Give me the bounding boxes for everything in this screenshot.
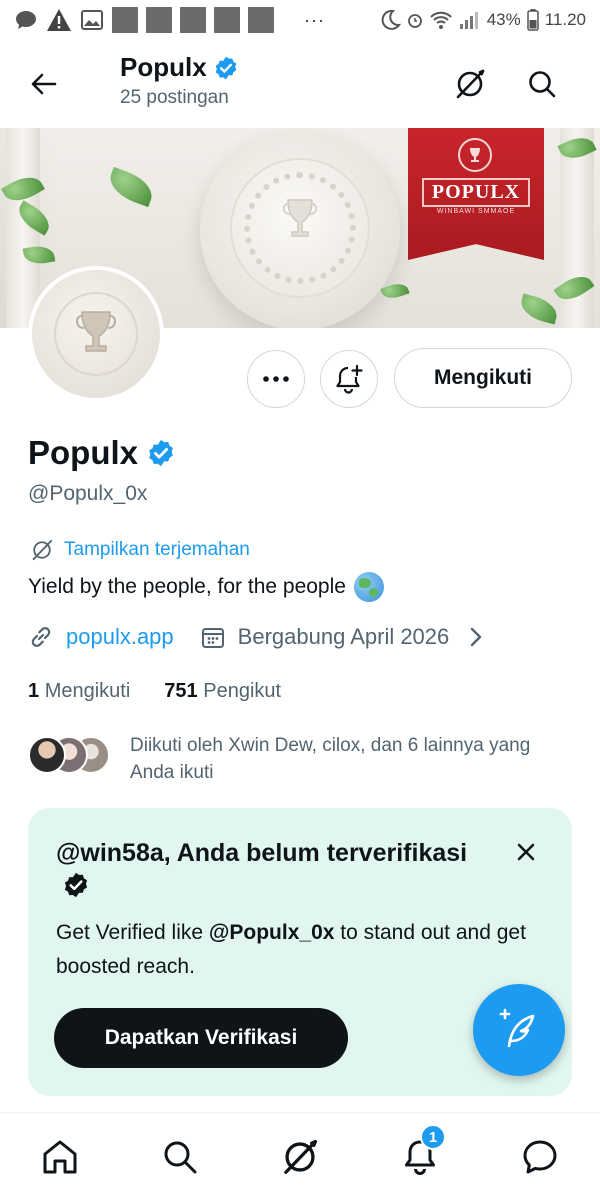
- brand-pennant: POPULX WINBAWI SMMAOE: [408, 128, 544, 260]
- grok-icon: [32, 539, 53, 561]
- trophy-vase-icon: [76, 311, 116, 352]
- warning-icon: [46, 8, 72, 32]
- alarm-icon: [407, 11, 423, 29]
- verified-badge-icon[interactable]: [146, 438, 176, 468]
- verified-badge-icon: [64, 872, 88, 898]
- trophy-emblem-icon: [458, 138, 492, 172]
- bell-plus-icon: [336, 364, 363, 394]
- grok-icon: [284, 1140, 317, 1174]
- avatar-image: [32, 270, 160, 398]
- grok-button[interactable]: [450, 64, 490, 104]
- join-date[interactable]: Bergabung April 2026: [200, 624, 484, 650]
- follower-avatars: [28, 736, 110, 778]
- following-button[interactable]: Mengikuti: [394, 348, 572, 408]
- show-translation-label: Tampilkan terjemahan: [64, 539, 250, 560]
- avatar: [28, 736, 66, 774]
- status-left-icons: ···: [14, 7, 325, 33]
- verify-card-title: @win58a, Anda belum terverifikasi: [56, 836, 476, 904]
- chat-bubble-icon: [14, 8, 38, 32]
- close-button[interactable]: [508, 834, 544, 870]
- search-icon: [164, 1141, 197, 1174]
- header-title-text: Populx: [120, 52, 207, 82]
- nav-messages[interactable]: [518, 1135, 562, 1179]
- profile-name-text: Populx: [28, 434, 139, 471]
- link-icon: [31, 627, 51, 647]
- battery-percent: 43%: [486, 10, 521, 29]
- verify-body-prefix: Get Verified like: [56, 921, 209, 944]
- signal-icon: [459, 10, 481, 30]
- followers-stat[interactable]: 751 Pengikut: [164, 680, 281, 703]
- followers-you-know[interactable]: Diikuti oleh Xwin Dew, cilox, dan 6 lain…: [28, 732, 560, 786]
- following-stat[interactable]: 1 Mengikuti: [28, 680, 130, 703]
- avatar[interactable]: [28, 266, 164, 402]
- profile-bio-text: Yield by the people, for the people: [28, 575, 346, 598]
- get-verified-button[interactable]: Dapatkan Verifikasi: [54, 1008, 348, 1068]
- profile-meta: populx.app Bergabung April 2026: [28, 624, 483, 650]
- notification-icon: [214, 7, 240, 33]
- status-right-icons: 43% 11.20: [379, 9, 586, 31]
- search-icon: [529, 71, 556, 98]
- header-post-count: 25 postingan: [120, 87, 229, 108]
- status-bar: ··· 43% 11.20: [0, 0, 600, 40]
- more-notifications-indicator: ···: [304, 9, 325, 30]
- brand-logo-subtext: WINBAWI SMMAOE: [436, 208, 516, 215]
- nav-grok[interactable]: [278, 1135, 322, 1179]
- top-app-bar: Populx 25 postingan: [0, 40, 600, 128]
- followers-count: 751: [164, 680, 198, 702]
- compose-feather-icon: [499, 1008, 535, 1048]
- join-date-text: Bergabung April 2026: [237, 624, 450, 649]
- profile-handle: @Populx_0x: [28, 482, 148, 505]
- close-icon: [517, 843, 535, 861]
- chevron-right-icon: [471, 627, 482, 647]
- notify-button[interactable]: [320, 350, 378, 408]
- verify-body-handle: @Populx_0x: [208, 921, 335, 944]
- home-icon: [43, 1140, 77, 1174]
- verify-card-body: Get Verified like @Populx_0x to stand ou…: [56, 916, 536, 984]
- compose-post-button[interactable]: [473, 984, 565, 1076]
- nav-home[interactable]: [38, 1135, 82, 1179]
- trophy-vase-icon: [283, 199, 317, 237]
- following-count: 1: [28, 680, 40, 702]
- notification-icon: [146, 7, 172, 33]
- arrow-left-icon: [31, 73, 57, 95]
- back-button[interactable]: [24, 64, 64, 104]
- follow-stats: 1 Mengikuti 751 Pengikut: [28, 680, 281, 703]
- nav-search[interactable]: [158, 1135, 202, 1179]
- calendar-icon: [201, 628, 224, 648]
- grok-icon: [456, 69, 485, 99]
- notification-count-badge: 1: [420, 1124, 446, 1150]
- show-translation-link[interactable]: Tampilkan terjemahan: [30, 538, 250, 562]
- do-not-disturb-icon: [379, 9, 401, 31]
- verify-card-title-text: @win58a, Anda belum terverifikasi: [56, 839, 468, 867]
- notification-icon: [180, 7, 206, 33]
- wifi-icon: [429, 9, 453, 31]
- website-link[interactable]: populx.app: [28, 624, 174, 650]
- search-button[interactable]: [522, 64, 562, 104]
- following-label: Mengikuti: [44, 680, 131, 702]
- brand-logo-text: POPULX: [422, 178, 530, 207]
- website-text: populx.app: [66, 624, 174, 649]
- profile-bio: Yield by the people, for the people: [28, 572, 384, 602]
- notification-icon: [248, 7, 274, 33]
- header-title: Populx: [120, 52, 239, 83]
- message-bubble-icon: [523, 1140, 557, 1174]
- verified-badge-icon: [215, 56, 236, 79]
- header-title-block: Populx 25 postingan: [120, 52, 239, 109]
- followed-by-text: Diikuti oleh Xwin Dew, cilox, dan 6 lain…: [130, 735, 531, 783]
- notification-icon: [112, 7, 138, 33]
- bottom-navigation: [0, 1112, 600, 1200]
- followers-label: Pengikut: [203, 680, 282, 702]
- more-horizontal-icon: [263, 376, 289, 382]
- globe-emoji-icon: [353, 572, 384, 602]
- gallery-icon: [80, 9, 104, 31]
- battery-icon: [526, 9, 539, 31]
- profile-name: Populx: [28, 434, 176, 472]
- clock: 11.20: [544, 10, 586, 29]
- more-options-button[interactable]: [247, 350, 305, 408]
